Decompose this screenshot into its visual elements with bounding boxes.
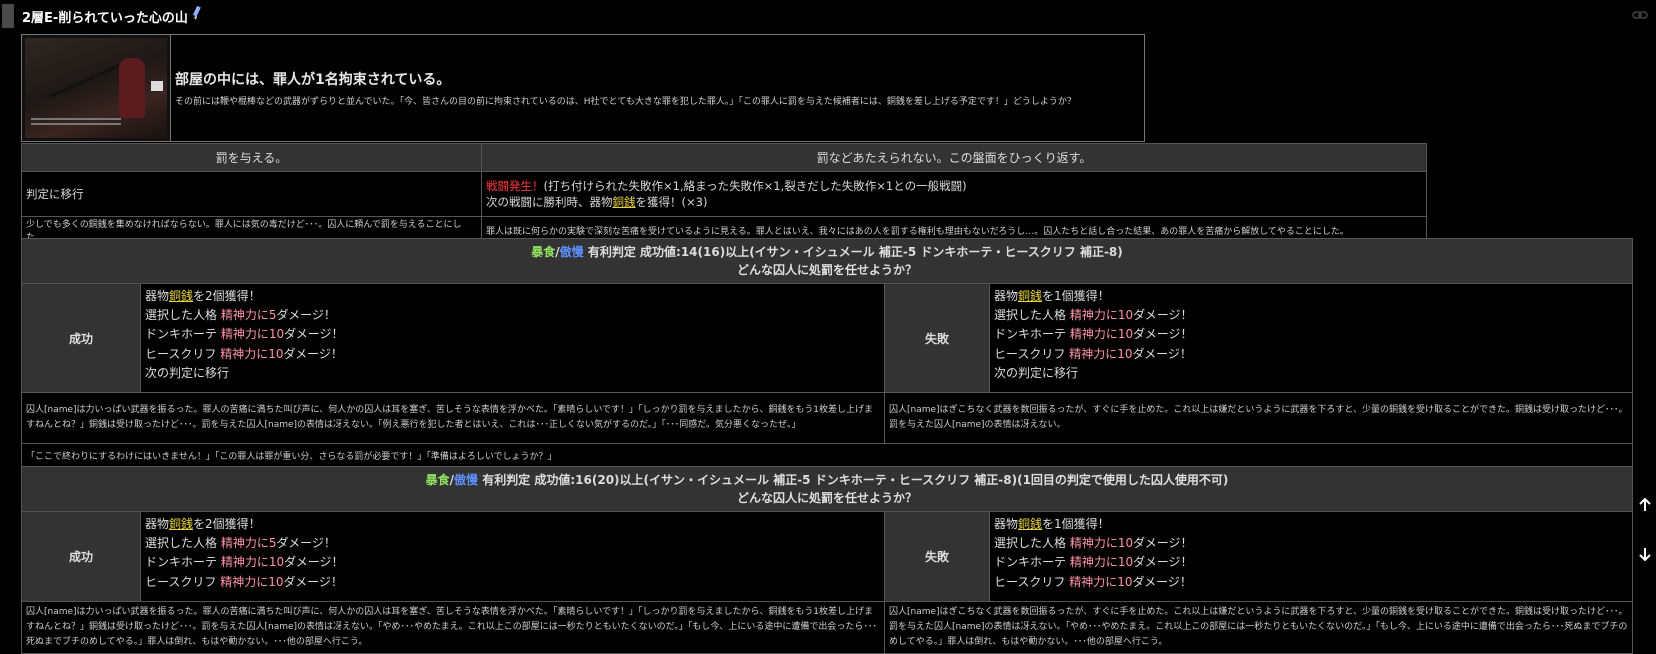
room-thumbnail xyxy=(25,38,167,138)
coin-link[interactable]: 銅銭 xyxy=(169,517,193,531)
stat-gluttony: 暴食 xyxy=(531,245,556,259)
judge2-fail-effects: 器物銅銭を1個獲得！ 選択した人格 精神力に10ダメージ！ ドンキホーテ 精神力… xyxy=(989,511,1633,602)
judge1-fail-label: 失敗 xyxy=(884,283,990,393)
stat-pride: 傲慢 xyxy=(559,245,584,259)
battle-label: 戦闘発生！ xyxy=(486,179,544,193)
coin-link[interactable]: 銅銭 xyxy=(1018,289,1042,303)
room-thumbnail-cell xyxy=(21,34,171,142)
judge2-question: どんな囚人に処罰を任せようか？ xyxy=(736,491,917,505)
judge1-success-desc: 囚人[name]は力いっぱい武器を振るった。罪人の苦痛に満ちた叫び声に、何人かの… xyxy=(21,392,885,444)
judge1-success-label: 成功 xyxy=(21,283,141,393)
choice-table: 罰を与える。 罰などあたえられない。この盤面をひっくり返す。 判定に移行 戦闘発… xyxy=(21,143,1427,244)
judgement-table: 暴食/傲慢 有利判定 成功値:14(16)以上(イサン・イシュメール 補正-5 … xyxy=(21,238,1633,654)
judge1-success-effects: 器物銅銭を2個獲得！ 選択した人格 精神力に5ダメージ！ ドンキホーテ 精神力に… xyxy=(140,283,885,393)
page-title: 2層E-削られていった心の山 xyxy=(22,11,188,26)
reward-suffix: を獲得！(×3) xyxy=(635,195,708,209)
judge2-header: 暴食/傲慢 有利判定 成功値:16(20)以上(イサン・イシュメール 補正-5 … xyxy=(21,466,1633,512)
judge1-question: どんな囚人に処罰を任せようか？ xyxy=(736,263,917,277)
judge1-quote: 「ここで終わりにするわけにはいきません！」「この罪人は罪が重い分、さらなる罰が必… xyxy=(21,443,1633,467)
choice-b-effect: 戦闘発生！(打ち付けられた失敗作×1,絡まった失敗作×1,裂きだした失敗作×1と… xyxy=(481,171,1427,217)
title-bar: 2層E-削られていった心の山 xyxy=(0,0,1656,30)
choice-a-effect: 判定に移行 xyxy=(21,171,482,217)
judge2-success-effects: 器物銅銭を2個獲得！ 選択した人格 精神力に5ダメージ！ ドンキホーテ 精神力に… xyxy=(140,511,885,602)
stat-pride: 傲慢 xyxy=(453,473,478,487)
stat-gluttony: 暴食 xyxy=(425,473,450,487)
judge2-fail-label: 失敗 xyxy=(884,511,990,602)
judge1-fail-effects: 器物銅銭を1個獲得！ 選択した人格 精神力に10ダメージ！ ドンキホーテ 精神力… xyxy=(989,283,1633,393)
intro-heading: 部屋の中には、罪人が1名拘束されている。 xyxy=(175,72,451,88)
pencil-icon[interactable] xyxy=(191,6,201,20)
battle-detail: (打ち付けられた失敗作×1,絡まった失敗作×1,裂きだした失敗作×1との一般戦闘… xyxy=(543,179,967,193)
reward-prefix: 次の戦闘に勝利時、器物 xyxy=(486,195,613,209)
intro-box: 部屋の中には、罪人が1名拘束されている。 その前には鞭や棍棒などの武器がずらりと… xyxy=(21,34,1145,142)
judge2-condition: 有利判定 成功値:16(20)以上(イサン・イシュメール 補正-5 ドンキホーテ… xyxy=(482,473,1229,487)
choice-option-a: 罰を与える。 xyxy=(21,143,482,172)
coin-link[interactable]: 銅銭 xyxy=(1018,517,1042,531)
coin-link[interactable]: 銅銭 xyxy=(613,195,636,209)
choice-option-b: 罰などあたえられない。この盤面をひっくり返す。 xyxy=(481,143,1427,172)
arrow-down-icon[interactable] xyxy=(1636,545,1654,563)
judge2-success-label: 成功 xyxy=(21,511,141,602)
judge1-header: 暴食/傲慢 有利判定 成功値:14(16)以上(イサン・イシュメール 補正-5 … xyxy=(21,238,1633,284)
link-icon[interactable] xyxy=(1632,9,1648,21)
title-marker xyxy=(2,4,14,28)
coin-link[interactable]: 銅銭 xyxy=(169,289,193,303)
intro-text-cell: 部屋の中には、罪人が1名拘束されている。 その前には鞭や棍棒などの武器がずらりと… xyxy=(170,34,1145,142)
judge1-condition: 有利判定 成功値:14(16)以上(イサン・イシュメール 補正-5 ドンキホーテ… xyxy=(587,245,1123,259)
judge1-fail-desc: 囚人[name]はぎこちなく武器を数回振るったが、すぐに手を止めた。これ以上は嫌… xyxy=(884,392,1633,444)
arrow-up-icon[interactable] xyxy=(1636,496,1654,514)
intro-body: その前には鞭や棍棒などの武器がずらりと並んでいた。「今、皆さんの目の前に拘束され… xyxy=(175,97,1076,107)
